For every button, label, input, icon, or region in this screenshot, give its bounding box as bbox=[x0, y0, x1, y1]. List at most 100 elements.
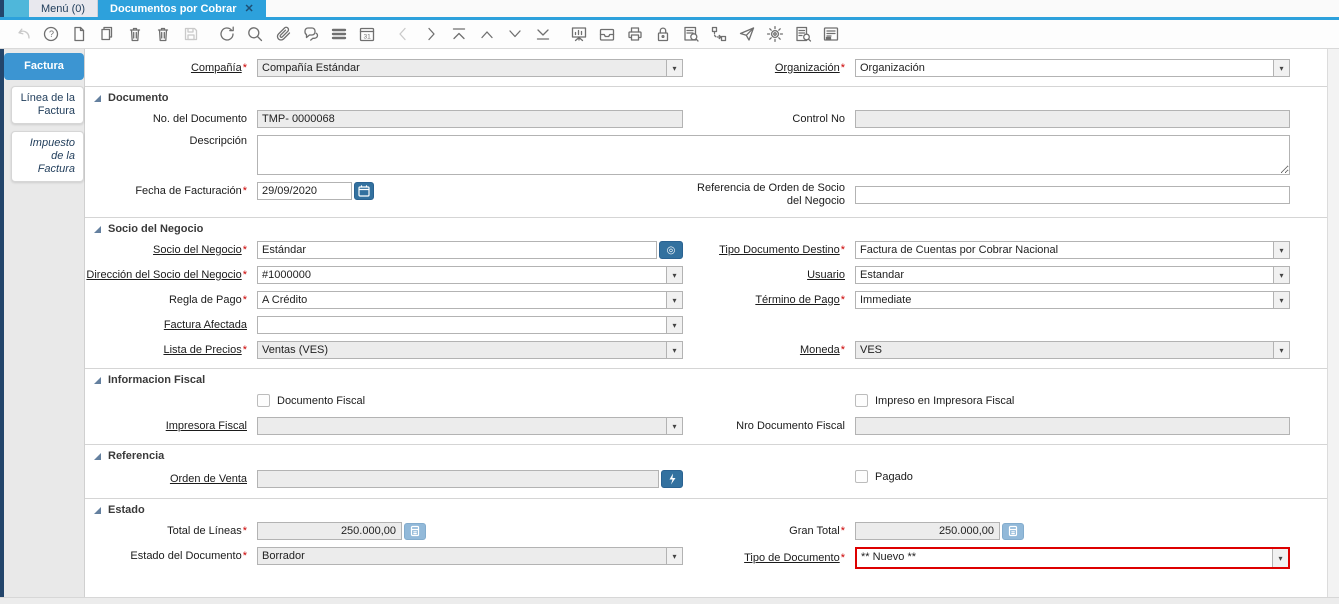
calendar-icon[interactable]: 31 bbox=[354, 22, 379, 46]
direccion-socio-select[interactable]: #1000000 ▾ bbox=[257, 266, 683, 284]
socio-negocio-label[interactable]: Socio del Negocio* bbox=[85, 244, 257, 257]
compania-select[interactable]: Compañía Estándar ▾ bbox=[257, 59, 683, 77]
attachment-icon[interactable] bbox=[270, 22, 295, 46]
chevron-down-icon[interactable]: ▾ bbox=[1273, 292, 1289, 308]
tab-documentos-por-cobrar[interactable]: Documentos por Cobrar ✕ bbox=[98, 0, 266, 17]
workflow-icon[interactable] bbox=[706, 22, 731, 46]
previous-record-icon[interactable] bbox=[390, 22, 415, 46]
tab-impuesto-de-la-factura[interactable]: Impuesto de la Factura bbox=[11, 131, 84, 182]
chevron-down-icon[interactable]: ▾ bbox=[1273, 242, 1289, 258]
collapse-icon[interactable] bbox=[94, 225, 101, 233]
orden-venta-label[interactable]: Orden de Venta bbox=[85, 473, 257, 486]
refresh-icon[interactable] bbox=[214, 22, 239, 46]
next-record-icon[interactable] bbox=[418, 22, 443, 46]
total-lineas-label: Total de Líneas* bbox=[167, 524, 247, 537]
tipo-documento-label[interactable]: Tipo de Documento* bbox=[683, 552, 855, 565]
chevron-down-icon[interactable]: ▾ bbox=[666, 548, 682, 564]
save-icon[interactable] bbox=[178, 22, 203, 46]
close-icon[interactable]: ✕ bbox=[245, 2, 254, 15]
chat-icon[interactable] bbox=[298, 22, 323, 46]
parent-record-icon[interactable] bbox=[446, 22, 471, 46]
chevron-down-icon[interactable]: ▾ bbox=[666, 317, 682, 333]
detail-record-icon[interactable] bbox=[530, 22, 555, 46]
socio-negocio-input[interactable] bbox=[257, 241, 657, 259]
left-cyan-accent bbox=[4, 0, 29, 17]
print-icon[interactable] bbox=[622, 22, 647, 46]
calendar-picker-button[interactable] bbox=[354, 182, 374, 200]
fecha-facturacion-input[interactable] bbox=[257, 182, 352, 200]
collapse-icon[interactable] bbox=[94, 506, 101, 514]
factura-afectada-label[interactable]: Factura Afectada bbox=[85, 319, 257, 332]
find-report-icon[interactable] bbox=[790, 22, 815, 46]
help-icon[interactable]: ? bbox=[38, 22, 63, 46]
chevron-down-icon[interactable]: ▾ bbox=[1272, 549, 1288, 567]
business-partner-info-button[interactable]: ◎ bbox=[659, 241, 683, 259]
archive-icon[interactable] bbox=[594, 22, 619, 46]
moneda-select[interactable]: VES ▾ bbox=[855, 341, 1290, 359]
usuario-label[interactable]: Usuario bbox=[683, 269, 855, 282]
chevron-down-icon[interactable]: ▾ bbox=[1273, 267, 1289, 283]
lista-precios-select[interactable]: Ventas (VES) ▾ bbox=[257, 341, 683, 359]
termino-pago-select[interactable]: Immediate ▾ bbox=[855, 291, 1290, 309]
direccion-socio-label[interactable]: Dirección del Socio del Negocio* bbox=[85, 269, 257, 282]
termino-pago-label[interactable]: Término de Pago* bbox=[683, 294, 855, 307]
tab-column: Factura Línea de la Factura Impuesto de … bbox=[4, 49, 85, 597]
lista-precios-label[interactable]: Lista de Precios* bbox=[85, 344, 257, 357]
request-send-icon[interactable] bbox=[734, 22, 759, 46]
chevron-down-icon[interactable]: ▾ bbox=[1273, 342, 1289, 358]
tipo-doc-destino-label[interactable]: Tipo Documento Destino* bbox=[683, 244, 855, 257]
collapse-icon[interactable] bbox=[94, 94, 101, 102]
copy-record-icon[interactable] bbox=[94, 22, 119, 46]
referencia-orden-input[interactable] bbox=[855, 186, 1290, 204]
chevron-down-icon[interactable]: ▾ bbox=[666, 342, 682, 358]
documento-fiscal-checkbox[interactable] bbox=[257, 394, 270, 407]
new-record-icon[interactable] bbox=[66, 22, 91, 46]
tab-menu-label: Menú (0) bbox=[41, 2, 86, 15]
tab-linea-de-la-factura[interactable]: Línea de la Factura bbox=[11, 86, 84, 124]
section-socio-del-negocio: Socio del Negocio bbox=[85, 217, 1327, 235]
form-content: Compañía* Compañía Estándar ▾ Organizació… bbox=[85, 49, 1327, 597]
vertical-scrollbar[interactable] bbox=[1327, 49, 1339, 597]
calculator-icon[interactable] bbox=[404, 522, 426, 540]
lock-icon[interactable] bbox=[650, 22, 675, 46]
impresora-fiscal-select[interactable]: ▾ bbox=[257, 417, 683, 435]
impresora-fiscal-label[interactable]: Impresora Fiscal bbox=[85, 420, 257, 433]
estado-documento-select[interactable]: Borrador ▾ bbox=[257, 547, 683, 565]
find-icon[interactable] bbox=[242, 22, 267, 46]
calculator-icon[interactable] bbox=[1002, 522, 1024, 540]
chevron-down-icon[interactable]: ▾ bbox=[666, 418, 682, 434]
collapse-icon[interactable] bbox=[94, 376, 101, 384]
chevron-down-icon[interactable]: ▾ bbox=[666, 267, 682, 283]
tab-factura[interactable]: Factura bbox=[4, 53, 84, 80]
up-icon[interactable] bbox=[474, 22, 499, 46]
settings-gear-icon[interactable] bbox=[762, 22, 787, 46]
report-icon[interactable] bbox=[566, 22, 591, 46]
usuario-select[interactable]: Estandar ▾ bbox=[855, 266, 1290, 284]
delete-selection-icon[interactable] bbox=[150, 22, 175, 46]
down-icon[interactable] bbox=[502, 22, 527, 46]
tipo-documento-select[interactable]: ** Nuevo ** ▾ bbox=[857, 549, 1288, 567]
undo-icon[interactable] bbox=[10, 22, 35, 46]
regla-pago-select[interactable]: A Crédito ▾ bbox=[257, 291, 683, 309]
grid-toggle-icon[interactable] bbox=[326, 22, 351, 46]
compania-label[interactable]: Compañía* bbox=[85, 62, 257, 75]
print-preview-icon[interactable] bbox=[818, 22, 843, 46]
impreso-fiscal-checkbox[interactable] bbox=[855, 394, 868, 407]
collapse-icon[interactable] bbox=[94, 452, 101, 460]
chevron-down-icon[interactable]: ▾ bbox=[1273, 60, 1289, 76]
descripcion-textarea[interactable] bbox=[257, 135, 1290, 175]
orden-venta-field bbox=[257, 470, 659, 488]
record-info-icon: ◎ bbox=[666, 244, 676, 256]
chevron-down-icon[interactable]: ▾ bbox=[666, 292, 682, 308]
zoom-sales-order-button[interactable] bbox=[661, 470, 683, 488]
organizacion-label[interactable]: Organización* bbox=[683, 62, 855, 75]
factura-afectada-select[interactable]: ▾ bbox=[257, 316, 683, 334]
tab-menu[interactable]: Menú (0) bbox=[29, 0, 99, 17]
organizacion-select[interactable]: Organización ▾ bbox=[855, 59, 1290, 77]
tipo-doc-destino-select[interactable]: Factura de Cuentas por Cobrar Nacional ▾ bbox=[855, 241, 1290, 259]
moneda-label[interactable]: Moneda* bbox=[683, 344, 855, 357]
record-info-icon[interactable] bbox=[678, 22, 703, 46]
pagado-checkbox[interactable] bbox=[855, 470, 868, 483]
delete-record-icon[interactable] bbox=[122, 22, 147, 46]
chevron-down-icon[interactable]: ▾ bbox=[666, 60, 682, 76]
